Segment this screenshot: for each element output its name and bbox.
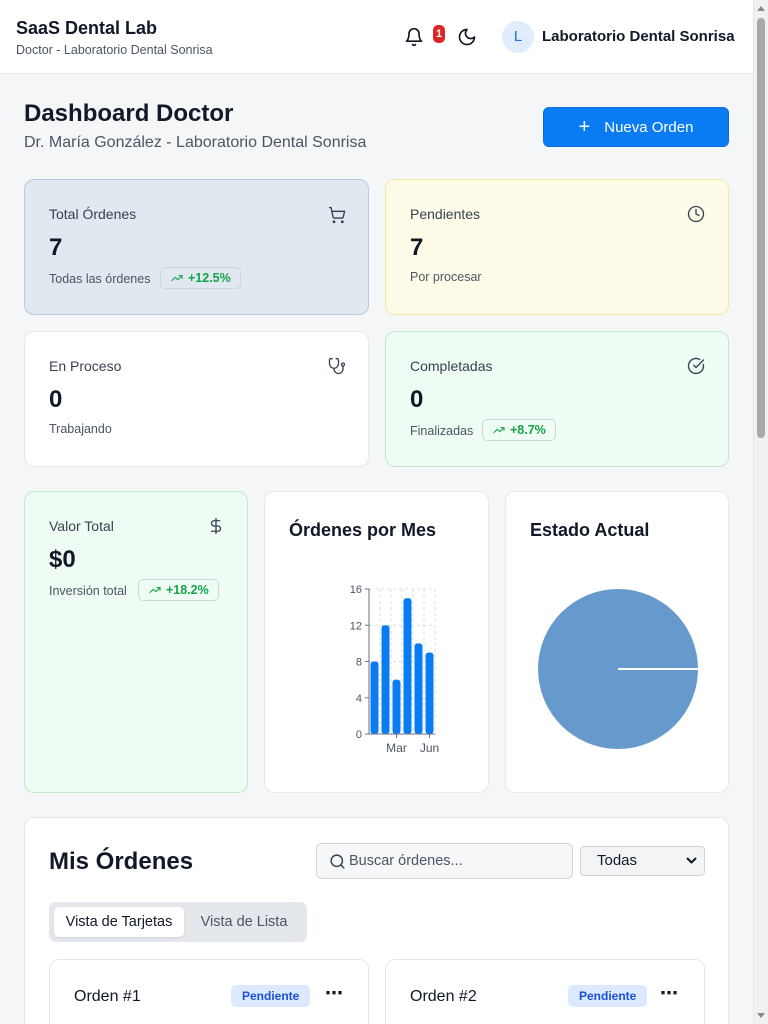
trending-up-icon — [149, 586, 161, 594]
chart-card-monthly: Órdenes por Mes 0 4 8 12 16 Mar Jun — [264, 491, 489, 793]
trend-badge: +8.7% — [482, 419, 556, 441]
trend-value: +18.2% — [166, 583, 209, 597]
stat-description: Finalizadas — [410, 424, 474, 438]
bar[interactable] — [403, 598, 412, 734]
stat-description: Trabajando — [49, 422, 112, 436]
tab-card-view[interactable]: Vista de Tarjetas — [54, 907, 184, 937]
trend-badge: +18.2% — [138, 579, 219, 601]
new-order-label: Nueva Orden — [604, 118, 694, 136]
filter-selected-value: Todas — [597, 852, 638, 869]
page-title: Dashboard Doctor — [24, 100, 234, 127]
stat-value: 0 — [49, 386, 63, 413]
more-options-icon[interactable]: ⋯ — [325, 984, 343, 1004]
trend-value: +12.5% — [188, 271, 231, 285]
new-order-button[interactable]: + Nueva Orden — [543, 107, 729, 147]
plus-icon: + — [578, 116, 591, 138]
y-tick-label: 0 — [356, 729, 362, 741]
x-tick-label: Jun — [420, 741, 439, 755]
stat-card-completed: Completadas 0 Finalizadas +8.7% — [385, 331, 729, 467]
bar[interactable] — [414, 643, 423, 734]
trend-value: +8.7% — [510, 423, 546, 437]
bell-icon[interactable] — [404, 27, 424, 47]
stat-description: Por procesar — [410, 270, 482, 284]
monthly-orders-chart: 0 4 8 12 16 Mar Jun — [350, 584, 439, 755]
avatar[interactable]: L — [502, 21, 534, 53]
order-title: Orden #2 — [410, 988, 477, 1005]
order-title: Orden #1 — [74, 988, 141, 1005]
bar[interactable] — [381, 625, 390, 734]
orders-panel: Mis Órdenes Todas Vista de Tarjetas Vist… — [24, 817, 729, 1024]
stat-description: Inversión total — [49, 584, 127, 598]
stat-label: Completadas — [410, 358, 493, 374]
top-header: SaaS Dental Lab Doctor - Laboratorio Den… — [0, 0, 753, 74]
y-tick-label: 12 — [350, 620, 362, 632]
app-title: SaaS Dental Lab — [16, 18, 158, 38]
tab-list-view[interactable]: Vista de Lista — [184, 907, 304, 937]
stat-card-total-value: Valor Total $0 Inversión total +18.2% — [24, 491, 248, 793]
scroll-down-arrow[interactable] — [757, 1013, 765, 1018]
y-tick-label: 16 — [350, 584, 362, 596]
stat-description: Todas las órdenes — [49, 272, 151, 286]
notification-badge[interactable]: 1 — [433, 25, 445, 43]
stat-value: 7 — [410, 234, 424, 261]
stat-label: Pendientes — [410, 206, 481, 222]
order-card[interactable]: Orden #2 Pendiente ⋯ — [385, 959, 705, 1024]
order-card[interactable]: Orden #1 Pendiente ⋯ — [49, 959, 369, 1024]
chart-card-status: Estado Actual — [505, 491, 729, 793]
search-box[interactable] — [316, 843, 573, 879]
stat-value: $0 — [49, 546, 76, 573]
chevron-down-icon — [686, 857, 697, 864]
page-scrollbar[interactable] — [753, 0, 768, 1024]
bar[interactable] — [392, 679, 401, 734]
status-badge: Pendiente — [568, 985, 648, 1007]
y-tick-label: 4 — [356, 693, 362, 705]
cart-icon — [328, 206, 346, 224]
moon-icon[interactable] — [457, 27, 477, 47]
stat-card-in-process: En Proceso 0 Trabajando — [24, 331, 369, 467]
x-tick-label: Mar — [386, 741, 407, 755]
stat-value: 0 — [410, 386, 424, 413]
trending-up-icon — [171, 274, 183, 282]
scroll-up-arrow[interactable] — [757, 6, 765, 11]
trend-badge: +12.5% — [160, 267, 241, 289]
status-pie-chart — [538, 589, 698, 749]
stat-card-pending: Pendientes 7 Por procesar — [385, 179, 729, 315]
page-subtitle: Dr. María González - Laboratorio Dental … — [24, 134, 367, 151]
stat-label: Total Órdenes — [49, 206, 137, 222]
status-filter-select[interactable]: Todas — [580, 846, 705, 876]
trending-up-icon — [493, 426, 505, 434]
bar[interactable] — [370, 661, 379, 735]
more-options-icon[interactable]: ⋯ — [660, 984, 678, 1004]
search-input[interactable] — [349, 844, 569, 878]
clock-icon — [687, 205, 705, 223]
app-subtitle: Doctor - Laboratorio Dental Sonrisa — [16, 43, 213, 57]
y-tick-label: 8 — [356, 657, 362, 669]
scroll-thumb[interactable] — [757, 18, 765, 438]
check-circle-icon — [687, 357, 705, 375]
stat-label: Valor Total — [49, 518, 114, 534]
stethoscope-icon — [328, 357, 346, 375]
stat-value: 7 — [49, 234, 63, 261]
search-icon — [330, 854, 345, 869]
bar[interactable] — [425, 652, 434, 734]
account-name[interactable]: Laboratorio Dental Sonrisa — [542, 28, 735, 45]
stat-label: En Proceso — [49, 358, 122, 374]
dollar-icon — [210, 517, 222, 535]
orders-title: Mis Órdenes — [49, 848, 194, 875]
stat-card-total: Total Órdenes 7 Todas las órdenes +12.5% — [24, 179, 369, 315]
view-tabs: Vista de Tarjetas Vista de Lista — [49, 902, 307, 942]
status-badge: Pendiente — [231, 985, 311, 1007]
